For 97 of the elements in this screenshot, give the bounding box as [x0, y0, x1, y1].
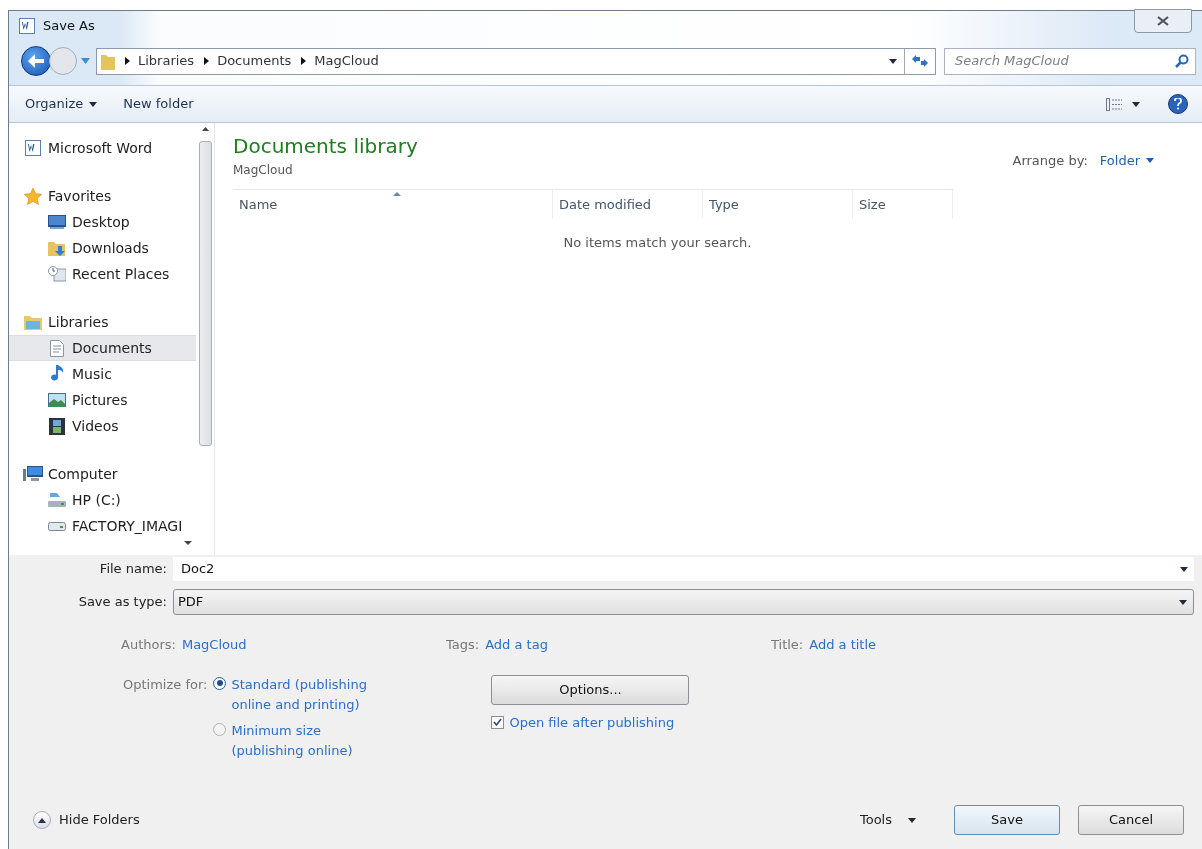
- sort-arrow-icon: [392, 192, 401, 196]
- list-view-icon: [1106, 97, 1122, 111]
- history-dropdown[interactable]: [79, 58, 92, 64]
- nav-item[interactable]: HP (C:): [9, 487, 196, 513]
- nav-item[interactable]: Documents: [9, 335, 196, 361]
- save-type-label: Save as type:: [77, 593, 168, 612]
- close-button[interactable]: [1134, 9, 1192, 33]
- chevron-icon: [301, 57, 307, 65]
- arrange-dropdown[interactable]: Folder: [1099, 151, 1154, 171]
- nav-item[interactable]: Computer: [9, 461, 196, 487]
- save-type-dropdown[interactable]: PDF: [173, 589, 1194, 615]
- metadata-label: Authors:: [121, 636, 176, 654]
- caret-icon: [81, 58, 90, 64]
- close-icon: [1157, 16, 1169, 26]
- file-name-label: File name:: [98, 560, 168, 579]
- scroll-up-icon[interactable]: [201, 127, 209, 131]
- column-header[interactable]: Date modified: [553, 190, 703, 219]
- nav-item[interactable]: Downloads: [9, 235, 196, 261]
- view-menu[interactable]: [1106, 97, 1140, 111]
- column-header[interactable]: Size: [853, 190, 953, 219]
- hide-folders-button[interactable]: Hide Folders: [33, 810, 140, 830]
- metadata-label: Tags:: [446, 636, 480, 654]
- nav-item[interactable]: Favorites: [9, 183, 196, 209]
- file-name-box[interactable]: Doc2: [173, 557, 1194, 581]
- radio-button[interactable]: [213, 722, 227, 736]
- word-icon: [19, 18, 35, 34]
- breadcrumb[interactable]: Libraries: [138, 51, 195, 71]
- download-folder-icon: [48, 240, 66, 256]
- search-field[interactable]: Search MagCloud: [955, 51, 1175, 71]
- address-bar[interactable]: Libraries Documents MagCloud: [96, 47, 936, 75]
- organize-menu[interactable]: Organize: [25, 94, 98, 114]
- film-icon: [49, 417, 65, 435]
- empty-message: No items match your search.: [562, 234, 752, 252]
- search-box[interactable]: Search MagCloud: [944, 47, 1196, 75]
- nav-item[interactable]: Videos: [9, 413, 196, 439]
- drive-icon: [48, 521, 66, 531]
- scroll-down-icon[interactable]: [184, 541, 192, 545]
- column-header[interactable]: Name: [233, 190, 553, 219]
- new-folder-button[interactable]: New folder: [123, 94, 194, 114]
- chevron-icon: [125, 57, 130, 65]
- nav-item[interactable]: Libraries: [9, 309, 196, 335]
- drive-icon: [48, 492, 66, 508]
- back-arrow-icon: [28, 54, 44, 68]
- nav-item[interactable]: FACTORY_IMAGI: [9, 513, 196, 539]
- nav-item[interactable]: Recent Places: [9, 261, 196, 287]
- optimize-label: Optimize for:: [123, 675, 208, 694]
- dialog-button[interactable]: Save: [954, 805, 1060, 835]
- help-button[interactable]: [1168, 94, 1188, 114]
- arrange-label: Arrange by:: [1012, 152, 1088, 170]
- breadcrumb[interactable]: MagCloud: [314, 51, 379, 71]
- checkbox[interactable]: [491, 715, 505, 729]
- options-button[interactable]: Options...: [491, 674, 690, 705]
- word-icon: [25, 140, 41, 156]
- check-icon: [493, 718, 503, 727]
- folder-icon: [101, 52, 115, 70]
- metadata-link[interactable]: Add a title: [809, 635, 877, 655]
- window-title: Save As: [43, 17, 95, 36]
- radio-label[interactable]: Standard (publishing online and printing): [231, 674, 384, 715]
- dialog-button[interactable]: Cancel: [1078, 805, 1184, 835]
- radio-label[interactable]: Minimum size (publishing online): [231, 720, 384, 761]
- scrollbar-thumb[interactable]: [198, 141, 212, 446]
- caret-icon: [888, 58, 897, 64]
- music-note-icon: [49, 365, 65, 383]
- metadata-link[interactable]: Add a tag: [485, 635, 548, 655]
- caret-icon: [1180, 566, 1188, 572]
- radio-button[interactable]: [213, 676, 227, 690]
- metadata-link[interactable]: MagCloud: [181, 635, 247, 655]
- tools-menu[interactable]: Tools: [859, 810, 916, 830]
- checkbox-label[interactable]: Open file after publishing: [509, 712, 675, 732]
- desktop-icon: [48, 215, 66, 229]
- caret-icon: [1146, 158, 1154, 164]
- picture-icon: [48, 393, 66, 407]
- search-icon: [1175, 54, 1189, 68]
- column-header[interactable]: Type: [703, 190, 853, 219]
- caret-icon: [89, 101, 98, 107]
- document-icon: [50, 339, 64, 357]
- caret-icon: [908, 817, 916, 823]
- nav-item[interactable]: Desktop: [9, 209, 196, 235]
- breadcrumb[interactable]: Documents: [217, 51, 292, 71]
- file-name-field[interactable]: Doc2: [181, 559, 1180, 579]
- computer-icon: [23, 466, 43, 482]
- metadata-label: Title:: [771, 636, 804, 654]
- caret-icon: [1179, 599, 1187, 605]
- chevron-icon: [204, 57, 210, 65]
- nav-item[interactable]: Microsoft Word: [9, 135, 196, 161]
- star-icon: [24, 187, 42, 205]
- library-folder-icon: [24, 314, 42, 330]
- nav-item[interactable]: Pictures: [9, 387, 196, 413]
- refresh-icon: [912, 55, 928, 67]
- help-icon: [1174, 98, 1182, 110]
- caret-icon: [1132, 101, 1140, 107]
- library-subtitle: MagCloud: [233, 162, 294, 179]
- nav-item[interactable]: Music: [9, 361, 196, 387]
- back-button[interactable]: [21, 46, 51, 76]
- collapse-icon: [33, 811, 51, 829]
- recent-places-icon: [48, 266, 66, 282]
- library-title: Documents library: [233, 133, 418, 160]
